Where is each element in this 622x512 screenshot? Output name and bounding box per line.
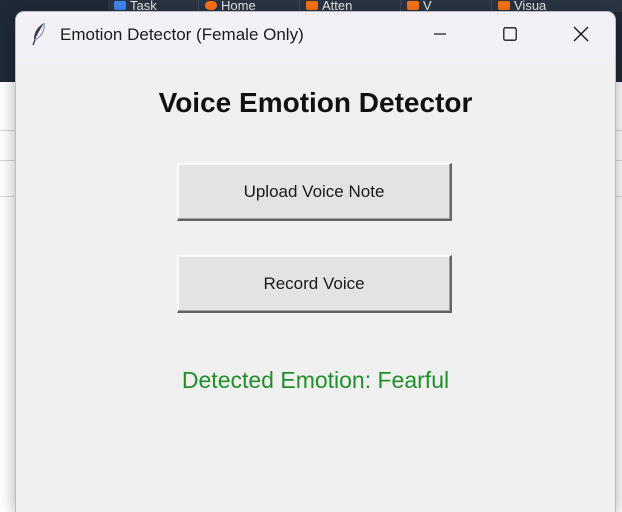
- divider: [0, 160, 16, 161]
- app-icon: [306, 1, 318, 10]
- background-tab[interactable]: Home: [199, 0, 300, 12]
- divider: [0, 196, 16, 197]
- background-tab[interactable]: V: [401, 0, 492, 12]
- page-title: Voice Emotion Detector: [158, 87, 473, 118]
- background-tab-label: V: [423, 0, 432, 12]
- app-icon: [407, 1, 419, 10]
- background-tab-label: Atten: [322, 0, 353, 12]
- background-tab-label: Visua: [514, 0, 547, 12]
- title-bar[interactable]: Emotion Detector (Female Only): [16, 12, 615, 58]
- app-icon: [498, 1, 510, 10]
- minimize-button[interactable]: [417, 12, 463, 56]
- background-tab[interactable]: Atten: [300, 0, 401, 12]
- mail-icon: [114, 1, 126, 10]
- divider: [0, 130, 16, 131]
- record-voice-button[interactable]: Record Voice: [177, 255, 452, 313]
- background-tab[interactable]: Task: [108, 0, 199, 12]
- background-tab-label: Home: [221, 0, 256, 12]
- main-panel: Voice Emotion Detector Upload Voice Note…: [16, 58, 615, 512]
- minimize-icon: [434, 28, 446, 40]
- background-tab-label: Task: [130, 0, 157, 12]
- window-title: Emotion Detector (Female Only): [60, 25, 304, 44]
- background-window: [0, 82, 16, 500]
- detected-emotion-label: Detected Emotion: Fearful: [181, 367, 450, 393]
- feather-icon: [31, 22, 47, 46]
- close-icon: [573, 26, 589, 42]
- maximize-button[interactable]: [487, 12, 533, 56]
- maximize-icon: [503, 27, 517, 41]
- app-window: Emotion Detector (Female Only) Voice Emo…: [16, 12, 615, 512]
- close-button[interactable]: [558, 12, 604, 56]
- upload-voice-note-button[interactable]: Upload Voice Note: [177, 163, 452, 221]
- background-tab[interactable]: Visua: [492, 0, 622, 12]
- app-icon: [205, 1, 217, 10]
